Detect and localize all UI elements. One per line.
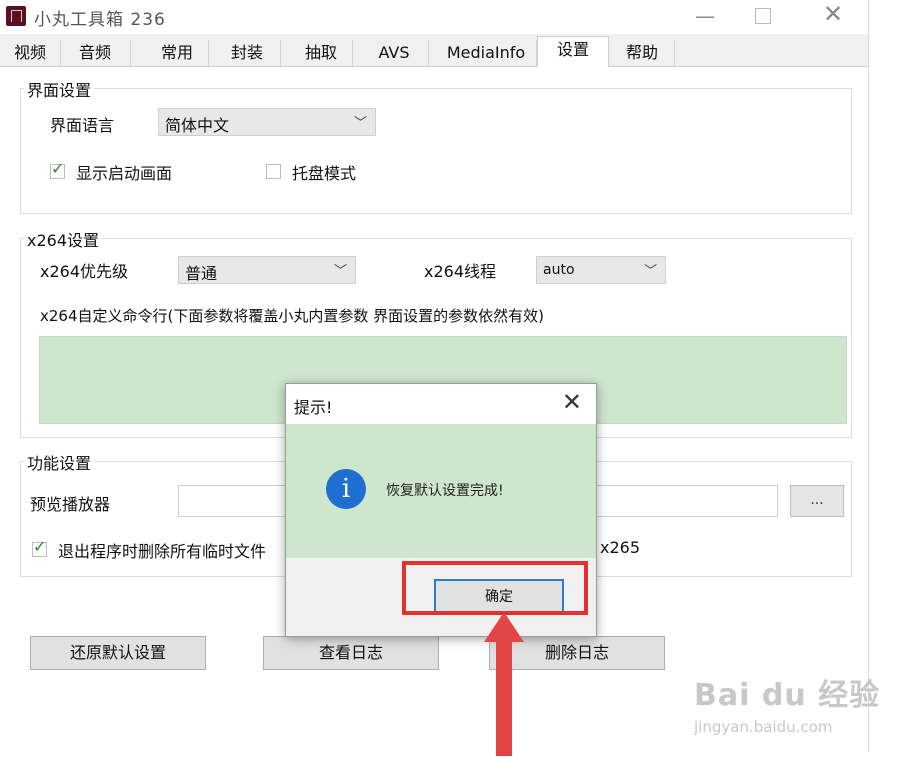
ui-settings-group — [20, 88, 852, 214]
minimize-button[interactable]: — — [690, 4, 720, 28]
tab-audio[interactable]: 音频 — [60, 40, 131, 66]
chevron-down-icon: ﹀ — [353, 116, 367, 131]
app-window: 小丸工具箱 236 — ✕ 视频 音频 常用 封装 抽取 AVS MediaIn… — [0, 0, 869, 752]
close-button[interactable]: ✕ — [818, 0, 848, 28]
x264-priority-value: 普通 — [185, 264, 218, 283]
title-bar: 小丸工具箱 236 — ✕ — [0, 0, 868, 34]
x264-settings-label: x264设置 — [24, 227, 103, 251]
x264-threads-label: x264线程 — [424, 262, 497, 281]
chevron-down-icon: ﹀ — [333, 264, 347, 279]
highlight-box — [402, 561, 588, 615]
x264-threads-select[interactable]: auto ﹀ — [536, 256, 666, 284]
restore-defaults-button[interactable]: 还原默认设置 — [30, 636, 206, 670]
tab-bar: 视频 音频 常用 封装 抽取 AVS MediaInfo 设置 帮助 — [0, 34, 868, 68]
info-icon: i — [326, 469, 366, 509]
delete-temp-checkbox[interactable] — [32, 537, 47, 557]
chevron-down-icon: ﹀ — [643, 264, 657, 279]
function-settings-label: 功能设置 — [24, 450, 95, 474]
ui-settings-label: 界面设置 — [24, 77, 95, 101]
preview-player-label: 预览播放器 — [30, 495, 111, 514]
browse-button[interactable]: ... — [790, 485, 844, 517]
annotation-arrow — [496, 638, 512, 756]
tab-settings[interactable]: 设置 — [537, 36, 609, 68]
delete-temp-label: 退出程序时删除所有临时文件 — [58, 542, 267, 561]
tray-label: 托盘模式 — [292, 164, 357, 183]
tab-extract[interactable]: 抽取 — [290, 40, 353, 66]
dialog-title-bar: 提示! ✕ — [286, 384, 596, 424]
splash-label: 显示启动画面 — [76, 164, 173, 183]
watermark-url: jingyan.baidu.com — [694, 718, 833, 736]
x264-custom-cmd-label: x264自定义命令行(下面参数将覆盖小丸内置参数 界面设置的参数依然有效) — [40, 307, 544, 325]
window-title: 小丸工具箱 236 — [34, 10, 166, 30]
tab-avs[interactable]: AVS — [360, 40, 429, 66]
app-logo-icon — [6, 6, 26, 26]
x265-option-label: x265 — [600, 538, 641, 557]
language-select[interactable]: 简体中文 ﹀ — [158, 108, 376, 136]
maximize-button[interactable] — [748, 4, 778, 29]
tab-mux[interactable]: 封装 — [214, 40, 281, 66]
dialog-body: i 恢复默认设置完成! — [286, 424, 596, 558]
x264-threads-value: auto — [543, 262, 575, 278]
x264-priority-select[interactable]: 普通 ﹀ — [178, 256, 356, 284]
tab-common[interactable]: 常用 — [146, 40, 209, 66]
dialog-message: 恢复默认设置完成! — [386, 483, 504, 499]
tab-help[interactable]: 帮助 — [610, 40, 675, 66]
tray-checkbox[interactable] — [266, 164, 281, 179]
splash-checkbox[interactable] — [50, 159, 65, 179]
dialog-title: 提示! — [294, 398, 333, 417]
tab-video[interactable]: 视频 — [0, 40, 61, 66]
language-label: 界面语言 — [50, 116, 115, 135]
watermark-logo: Bai du 经验 — [694, 678, 881, 713]
view-log-button[interactable]: 查看日志 — [263, 636, 439, 670]
language-value: 简体中文 — [165, 116, 230, 135]
x264-priority-label: x264优先级 — [40, 262, 129, 281]
maximize-icon — [755, 8, 771, 24]
dialog-close-button[interactable]: ✕ — [562, 388, 582, 416]
tab-mediainfo[interactable]: MediaInfo — [436, 40, 537, 66]
